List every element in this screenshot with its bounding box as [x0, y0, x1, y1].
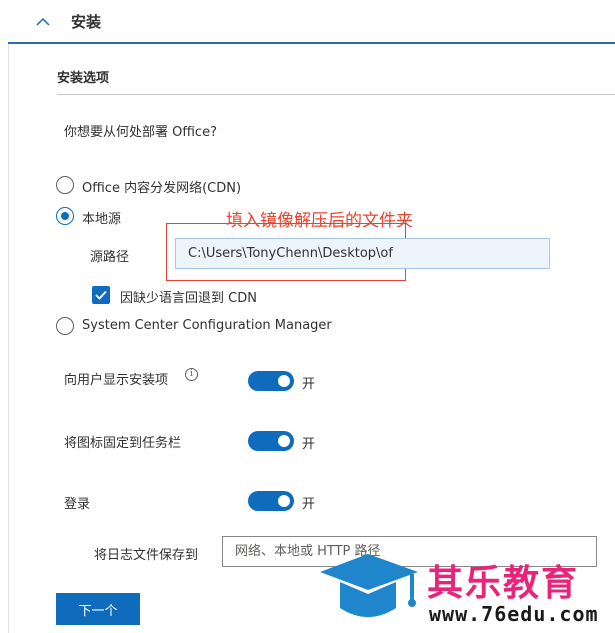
show-install-state: 开 [302, 377, 316, 392]
pin-taskbar-toggle[interactable] [248, 431, 294, 451]
toggle-knob [278, 375, 290, 387]
pin-taskbar-state: 开 [302, 437, 316, 452]
next-button[interactable]: 下一个 [56, 593, 140, 625]
header-divider [8, 42, 615, 44]
radio-cdn[interactable] [56, 176, 74, 194]
info-icon[interactable]: i [185, 368, 198, 381]
log-path-label: 将日志文件保存到 [94, 548, 199, 563]
checkmark-icon [95, 290, 107, 300]
radio-local-source-label[interactable]: 本地源 [82, 208, 121, 227]
chevron-up-icon[interactable] [34, 13, 52, 31]
show-install-toggle[interactable] [248, 371, 294, 391]
watermark-text: 其乐教育 [427, 563, 580, 604]
radio-cdn-label[interactable]: Office 内容分发网络(CDN) [82, 177, 241, 196]
toggle-knob [278, 495, 290, 507]
pin-taskbar-label: 将图标固定到任务栏 [64, 436, 182, 451]
radio-local-source[interactable] [56, 207, 74, 225]
deploy-question: 你想要从何处部署 Office? [64, 125, 217, 140]
sign-in-label: 登录 [64, 497, 91, 512]
install-section-header[interactable]: 安装 [0, 0, 615, 44]
fallback-cdn-checkbox[interactable] [92, 286, 110, 304]
radio-sccm-label[interactable]: System Center Configuration Manager [82, 318, 332, 333]
source-path-label: 源路径 [90, 250, 130, 265]
fallback-cdn-label[interactable]: 因缺少语言回退到 CDN [120, 287, 257, 306]
sign-in-toggle[interactable] [248, 491, 294, 511]
section-title: 安装选项 [57, 71, 110, 86]
section-divider [57, 94, 615, 95]
watermark-url: www.76edu.com [429, 602, 599, 626]
show-install-label: 向用户显示安装项 [64, 373, 169, 388]
frame-border [8, 44, 9, 633]
sign-in-state: 开 [302, 497, 316, 512]
radio-sccm[interactable] [56, 317, 74, 335]
graduation-cap-icon [320, 554, 418, 617]
watermark-logo: 其乐教育 www.76edu.com [316, 550, 615, 633]
source-path-input[interactable] [175, 238, 550, 269]
header-title: 安装 [71, 13, 102, 31]
toggle-knob [278, 435, 290, 447]
